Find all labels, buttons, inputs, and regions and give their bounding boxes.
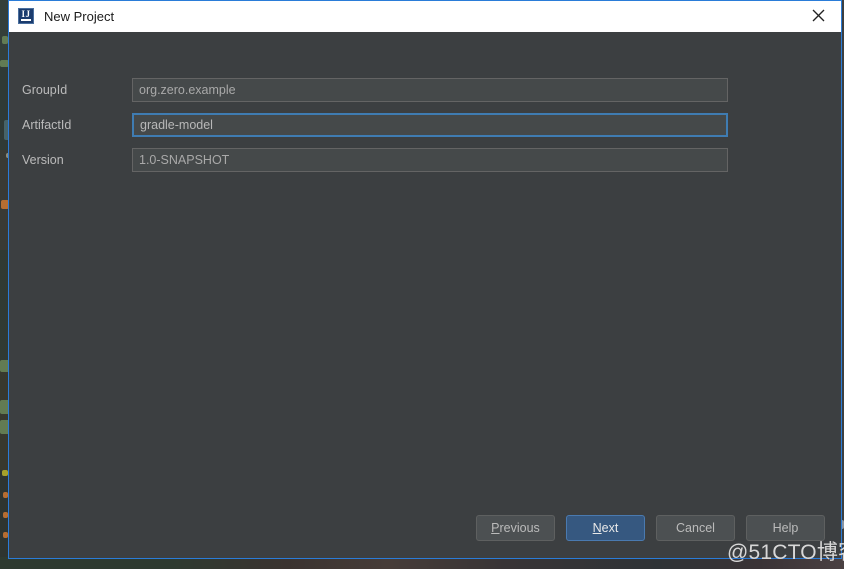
form-row-artifactid: ArtifactId: [9, 113, 841, 137]
artifactid-input[interactable]: [132, 113, 728, 137]
next-button-mnemonic: N: [592, 521, 602, 535]
dialog-titlebar: IJ New Project: [9, 1, 841, 32]
previous-button-mnemonic: P: [491, 521, 500, 535]
app-icon-letters: IJ: [21, 9, 31, 19]
help-button[interactable]: Help: [746, 515, 825, 541]
groupid-label: GroupId: [22, 83, 68, 97]
close-button[interactable]: [795, 1, 841, 30]
groupid-input[interactable]: [132, 78, 728, 102]
new-project-dialog: IJ New Project GroupId ArtifactId Versio…: [8, 0, 842, 559]
dialog-button-bar: Previous Next Cancel Help: [9, 500, 841, 558]
previous-button-label: revious: [499, 521, 540, 535]
form-row-version: Version: [9, 148, 841, 172]
app-icon-underline: [21, 19, 31, 21]
version-label: Version: [22, 153, 64, 167]
version-input[interactable]: [132, 148, 728, 172]
help-button-label: Help: [772, 521, 799, 535]
cancel-button-label: Cancel: [676, 521, 715, 535]
artifactid-label: ArtifactId: [22, 118, 72, 132]
intellij-idea-icon: IJ: [18, 8, 34, 24]
close-icon: [812, 9, 824, 22]
form-row-groupid: GroupId: [9, 78, 841, 102]
dialog-title: New Project: [44, 8, 115, 24]
previous-button[interactable]: Previous: [476, 515, 555, 541]
cancel-button[interactable]: Cancel: [656, 515, 735, 541]
next-button-label: ext: [601, 521, 619, 535]
dialog-content: GroupId ArtifactId Version Previous Next…: [9, 32, 841, 558]
next-button[interactable]: Next: [566, 515, 645, 541]
